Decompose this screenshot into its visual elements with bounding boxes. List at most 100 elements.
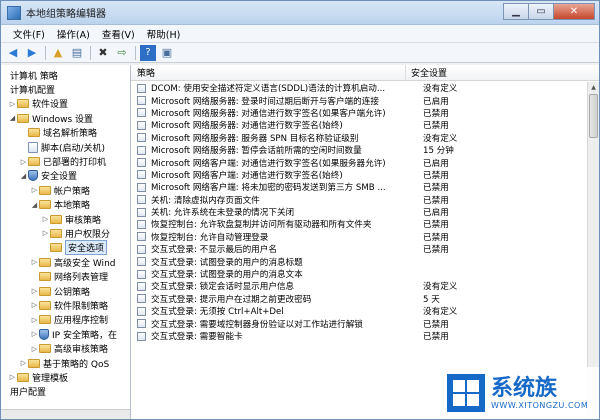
scroll-up-icon[interactable]: ▲ [588,82,599,93]
back-icon[interactable]: ◀ [5,45,21,61]
tree-item-label: IP 安全策略，在 [52,330,117,341]
table-row[interactable]: 交互式登录: 锁定会话时显示用户信息 没有定义 [131,280,587,292]
forward-icon[interactable]: ▶ [24,45,40,61]
properties-icon[interactable]: ▣ [159,45,175,61]
minimize-button[interactable]: ▁ [503,3,529,20]
tree-item[interactable]: ◢ 安全设置 [1,169,130,183]
policy-name: 交互式登录: 不显示最后的用户名 [151,245,277,256]
expand-toggle-icon[interactable]: ▷ [41,215,50,223]
tree-item[interactable]: ▷ 管理模板 [1,370,130,384]
table-row[interactable]: 恢复控制台: 允许软盘复制并访问所有驱动器和所有文件夹 已禁用 [131,218,587,230]
expand-toggle-icon[interactable]: ▷ [30,316,39,324]
show-hide-tree-icon[interactable]: ▤ [69,45,85,61]
expand-toggle-icon[interactable]: ▷ [8,100,17,108]
tree-item[interactable]: ▷ 公钥策略 [1,284,130,298]
tree-item[interactable]: 计算机 策略 [1,68,130,82]
policy-setting: 已启用 [423,158,449,169]
tree-item[interactable]: 网络列表管理 [1,269,130,283]
table-row[interactable]: 交互式登录: 无须按 Ctrl+Alt+Del 没有定义 [131,305,587,317]
table-row[interactable]: Microsoft 网络服务器: 服务器 SPN 目标名称验证级别 没有定义 [131,132,587,144]
help-icon[interactable]: ? [140,44,156,61]
policy-icon [137,257,146,267]
expand-toggle-icon[interactable]: ◢ [8,114,17,122]
tree-item[interactable]: ▷ 审核策略 [1,212,130,226]
table-row[interactable]: 交互式登录: 提示用户在过期之前更改密码 5 天 [131,293,587,305]
table-row[interactable]: 关机: 允许系统在未登录的情况下关闭 已启用 [131,206,587,218]
tree-item-label: 已部署的打印机 [43,158,107,169]
table-row[interactable]: DCOM: 使用安全描述符定义语言(SDDL)语法的计算机启动... 没有定义 [131,82,587,94]
tree-item[interactable]: ▷ 软件限制策略 [1,298,130,312]
tree-item[interactable]: ▷ 基于策略的 QoS [1,356,130,370]
tree-item[interactable]: ▷ 高级审核策略 [1,341,130,355]
policy-icon [137,120,146,130]
menu-file[interactable]: 文件(F) [7,27,51,41]
close-icon: ✕ [569,6,579,17]
table-row[interactable]: Microsoft 网络服务器: 对通信进行数字签名(如果客户端允许) 已禁用 [131,107,587,119]
expand-toggle-icon[interactable]: ▷ [30,258,39,266]
delete-icon[interactable]: ✖ [95,45,111,61]
scroll-thumb[interactable] [589,94,598,138]
policy-setting: 已禁用 [423,108,449,119]
expand-toggle-icon[interactable]: ▷ [30,330,39,338]
tree-item[interactable]: 安全选项 [1,240,130,256]
title-bar[interactable]: 本地组策略编辑器 ▁ ▭ ✕ [1,1,599,25]
tree-item[interactable]: ◢ 本地策略 [1,198,130,212]
tree-item[interactable]: ▷ 已部署的打印机 [1,154,130,168]
menu-view[interactable]: 查看(V) [96,27,141,41]
table-row[interactable]: Microsoft 网络服务器: 登录时间过期后断开与客户端的连接 已启用 [131,94,587,107]
expand-toggle-icon[interactable]: ◢ [19,172,28,180]
table-row[interactable]: Microsoft 网络服务器: 暂停会话前所需的空闲时间数量 15 分钟 [131,144,587,156]
expand-toggle-icon[interactable]: ▷ [8,373,17,381]
tree-item-label: 帐户策略 [54,186,91,197]
column-header-setting[interactable]: 安全设置 [406,65,599,80]
table-row[interactable]: 交互式登录: 不显示最后的用户名 已禁用 [131,243,587,255]
tree-item[interactable]: 脚本(启动/关机) [1,140,130,154]
tree-item[interactable]: ▷ 用户权限分 [1,226,130,240]
policy-name: 交互式登录: 锁定会话时显示用户信息 [151,282,295,293]
policy-name: 交互式登录: 需要域控制器身份验证以对工作站进行解锁 [151,319,363,330]
menu-action[interactable]: 操作(A) [51,27,96,41]
policy-name: Microsoft 网络服务器: 服务器 SPN 目标名称验证级别 [151,133,359,144]
expand-toggle-icon[interactable]: ▷ [30,345,39,353]
tree-item-label: 域名解析策略 [43,129,98,140]
table-row[interactable]: Microsoft 网络客户端: 将未加密的密码发送到第三方 SMB ... 已禁… [131,181,587,193]
maximize-button[interactable]: ▭ [528,3,554,20]
expand-toggle-icon[interactable]: ▷ [30,186,39,194]
expand-toggle-icon[interactable]: ▷ [30,287,39,295]
policy-icon [137,145,146,155]
table-row[interactable]: 交互式登录: 需要智能卡 已禁用 [131,330,587,342]
table-row[interactable]: Microsoft 网络服务器: 对通信进行数字签名(始终) 已禁用 [131,119,587,131]
expand-toggle-icon[interactable]: ▷ [30,301,39,309]
menu-bar: 文件(F) 操作(A) 查看(V) 帮助(H) [1,25,599,43]
menu-help[interactable]: 帮助(H) [141,27,187,41]
tree-item[interactable]: ▷ 软件设置 [1,97,130,111]
column-header-policy[interactable]: 策略 [131,65,406,80]
tree-item[interactable]: ▷ 帐户策略 [1,183,130,197]
tree-item[interactable]: ◢ Windows 设置 [1,111,130,125]
tree-item[interactable]: ▷ 高级安全 Wind [1,255,130,269]
table-row[interactable]: 交互式登录: 试图登录的用户的消息文本 [131,268,587,280]
table-row[interactable]: Microsoft 网络客户端: 对通信进行数字签名(始终) 已禁用 [131,169,587,181]
table-row[interactable]: Microsoft 网络客户端: 对通信进行数字签名(如果服务器允许) 已启用 [131,156,587,169]
table-row[interactable]: 恢复控制台: 允许自动管理登录 已禁用 [131,231,587,243]
tree-item[interactable]: 用户配置 [1,385,130,399]
export-list-icon[interactable]: ⇨ [114,45,130,61]
tree-item[interactable]: 计算机配置 [1,82,130,96]
table-row[interactable]: 交互式登录: 试图登录的用户的消息标题 [131,255,587,268]
tree-item[interactable]: ▷ 应用程序控制 [1,313,130,327]
expand-toggle-icon[interactable]: ▷ [19,359,28,367]
close-button[interactable]: ✕ [553,3,595,20]
tree-item-label: 软件限制策略 [54,301,109,312]
table-row[interactable]: 关机: 清除虚拟内存页面文件 已禁用 [131,194,587,206]
expand-toggle-icon[interactable]: ▷ [41,229,50,237]
expand-toggle-icon[interactable]: ▷ [19,158,28,166]
tree-item-label: 用户配置 [10,388,47,399]
navigation-tree[interactable]: 计算机 策略 计算机配置 ▷ 软件设置 ◢ Windows 设置域名解析策略 脚本(启动/关… [1,65,131,419]
tree-item[interactable]: ▷ IP 安全策略，在 [1,327,130,341]
policy-setting: 已启用 [423,96,449,107]
horizontal-scrollbar[interactable] [1,409,130,419]
tree-item[interactable]: 域名解析策略 [1,126,130,140]
up-folder-icon[interactable]: ▲ [50,45,66,61]
table-row[interactable]: 交互式登录: 需要域控制器身份验证以对工作站进行解锁 已禁用 [131,317,587,330]
expand-toggle-icon[interactable]: ◢ [30,201,39,209]
